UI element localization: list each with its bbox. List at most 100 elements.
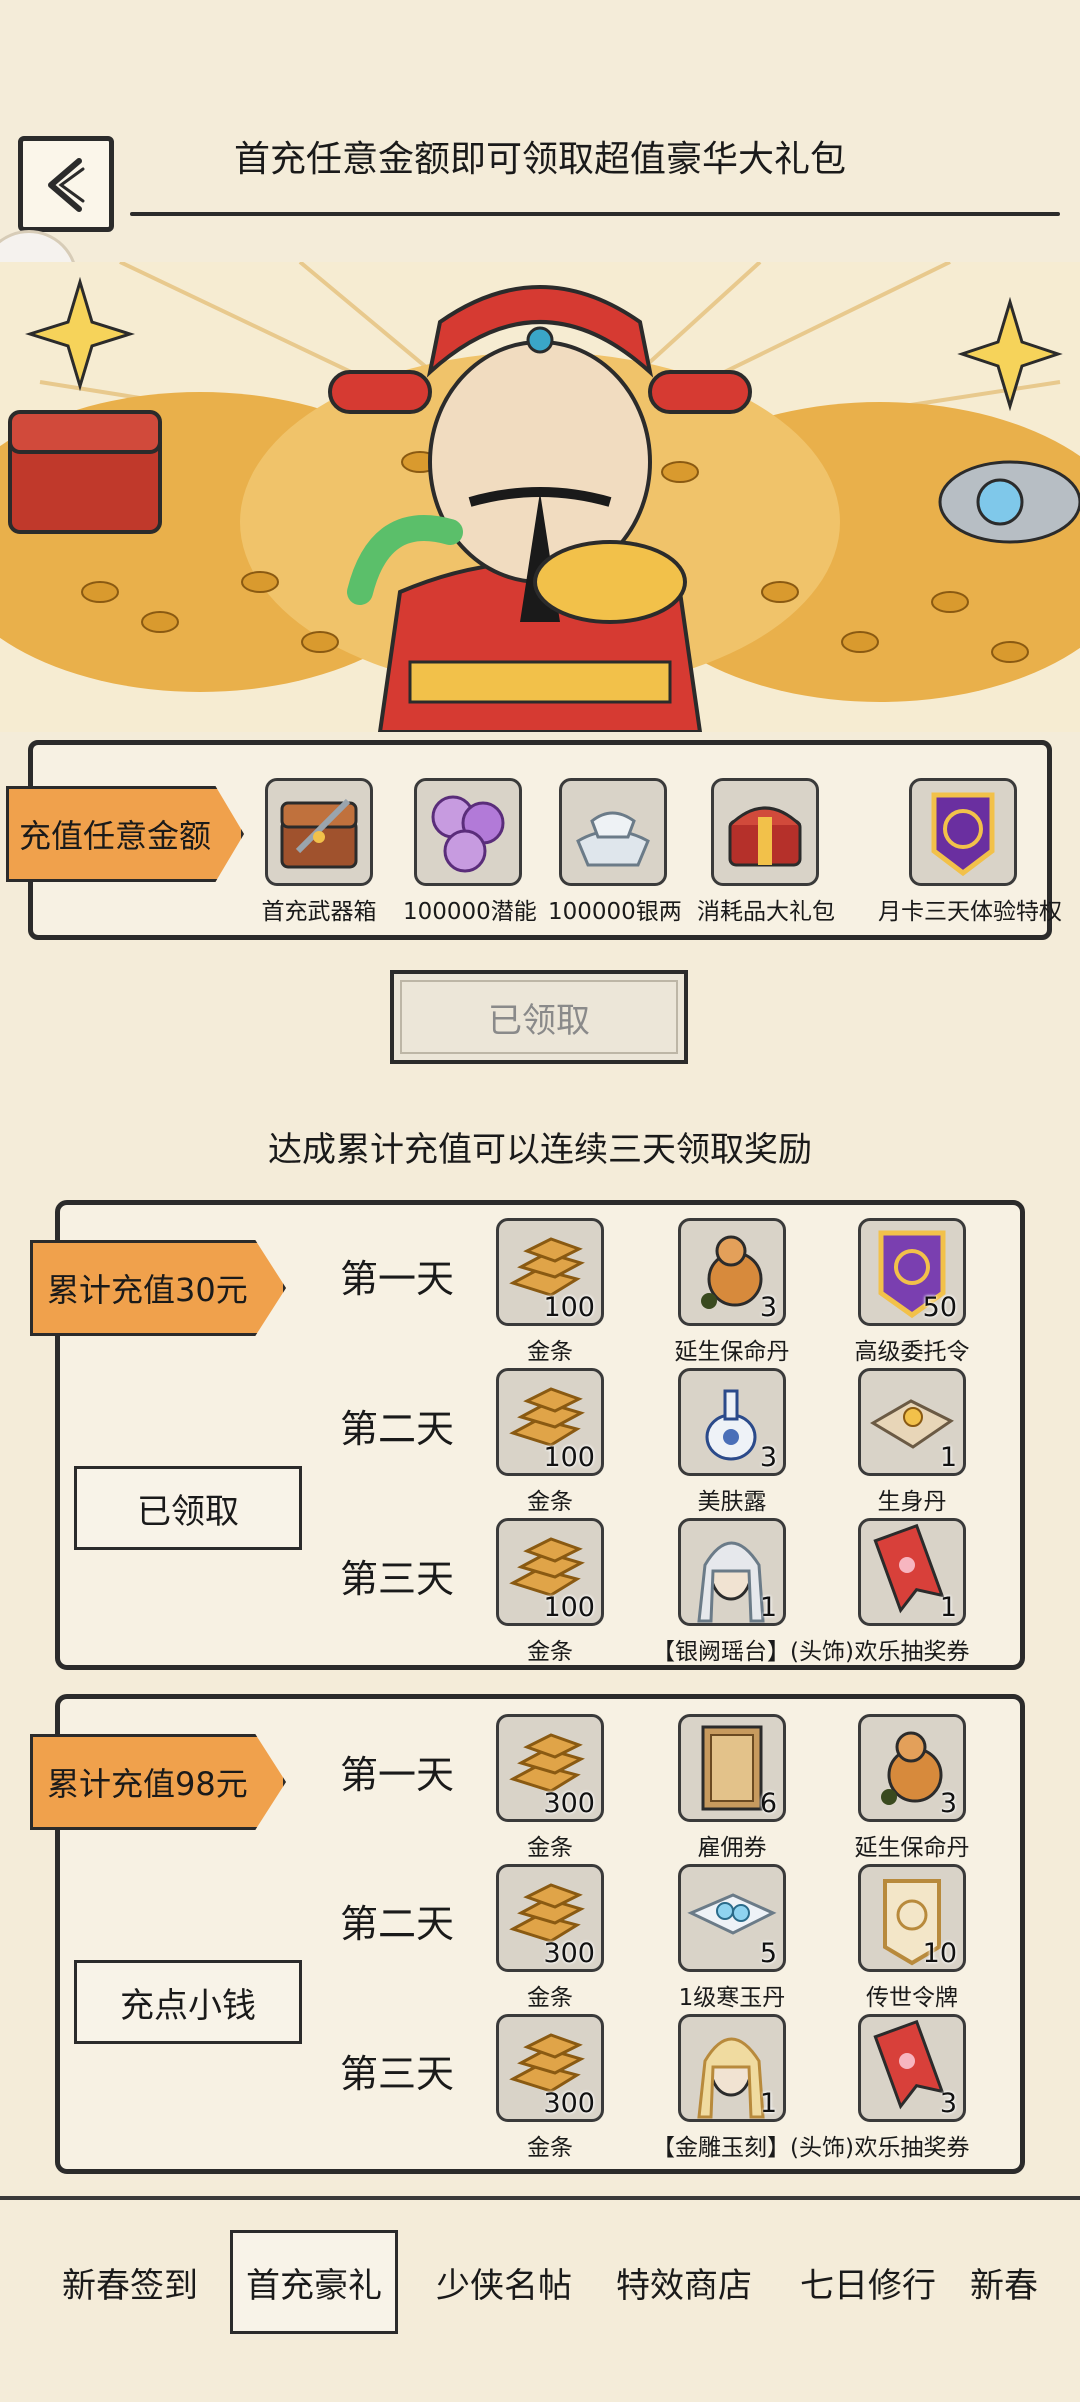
item-quantity: 5 bbox=[759, 1938, 777, 1969]
item-label: 月卡三天体验特权 bbox=[878, 899, 1062, 925]
item-label: 高级委托令 bbox=[854, 1339, 970, 1365]
reward-item[interactable]: 50 高级委托令 bbox=[852, 1218, 972, 1366]
tab-effects-shop[interactable]: 特效商店 bbox=[594, 2230, 774, 2334]
tab-label: 首充豪礼 bbox=[246, 2265, 382, 2306]
reward-item[interactable]: 6 雇佣券 bbox=[672, 1714, 792, 1862]
button-label: 充点小钱 bbox=[120, 1985, 256, 2026]
button-label: 已领取 bbox=[488, 1000, 590, 1041]
item-label: 1级寒玉丹 bbox=[678, 1985, 786, 2011]
reward-item[interactable]: 5 1级寒玉丹 bbox=[672, 1864, 792, 2012]
reward-item[interactable]: 3 欢乐抽奖券 bbox=[852, 2014, 972, 2162]
reward-item[interactable]: 1 【金雕玉刻】(头饰) bbox=[652, 2014, 854, 2162]
item-label: 金条 bbox=[527, 1985, 573, 2011]
tab-label: 七日修行 bbox=[800, 2265, 936, 2306]
item-label: 延生保命丹 bbox=[854, 1835, 970, 1861]
cumulative-subtitle: 达成累计充值可以连续三天领取奖励 bbox=[268, 1130, 812, 1170]
porcelain-bottle-icon: 3 bbox=[678, 1368, 786, 1476]
reward-item[interactable]: 100 金条 bbox=[490, 1218, 610, 1366]
item-label: 金条 bbox=[527, 2135, 573, 2161]
reward-item[interactable]: 3 美肤露 bbox=[672, 1368, 792, 1516]
tab-label: 特效商店 bbox=[616, 2265, 752, 2306]
item-quantity: 1 bbox=[939, 1592, 957, 1623]
gourd-pill-icon: 3 bbox=[678, 1218, 786, 1326]
item-label: 美肤露 bbox=[697, 1489, 767, 1515]
item-label: 欢乐抽奖券 bbox=[854, 1639, 970, 1665]
item-quantity: 50 bbox=[922, 1292, 957, 1323]
tab-hero-profile[interactable]: 少侠名帖 bbox=[414, 2230, 594, 2334]
hire-scroll-icon: 6 bbox=[678, 1714, 786, 1822]
item-label: 消耗品大礼包 bbox=[697, 899, 835, 925]
reward-item[interactable]: 100 金条 bbox=[490, 1368, 610, 1516]
ribbon-label: 累计充值98元 bbox=[47, 1765, 248, 1803]
reward-item[interactable]: 300 金条 bbox=[490, 2014, 610, 2162]
day-label: 第二天 bbox=[340, 1902, 455, 1946]
gold-bars-icon: 100 bbox=[496, 1518, 604, 1626]
item-label: 首充武器箱 bbox=[261, 899, 377, 925]
item-quantity: 3 bbox=[939, 2088, 957, 2119]
tab-seven-day-training[interactable]: 七日修行 bbox=[778, 2230, 958, 2334]
gold-bars-icon: 100 bbox=[496, 1218, 604, 1326]
tier-ribbon: 累计充值30元 bbox=[30, 1240, 286, 1336]
gourd-pill-icon: 3 bbox=[858, 1714, 966, 1822]
top-margin bbox=[0, 0, 1080, 108]
headwear-silver-icon: 1 bbox=[678, 1518, 786, 1626]
reward-item[interactable]: 首充武器箱 bbox=[254, 778, 384, 926]
title-divider bbox=[130, 212, 1060, 216]
reward-item[interactable]: 300 金条 bbox=[490, 1864, 610, 2012]
tab-label: 新春签到 bbox=[62, 2265, 198, 2306]
gold-bars-icon: 300 bbox=[496, 2014, 604, 2122]
item-quantity: 3 bbox=[939, 1788, 957, 1819]
item-quantity: 300 bbox=[543, 1938, 595, 1969]
item-label: 100000潜能 bbox=[403, 899, 537, 925]
heirloom-token-icon: 10 bbox=[858, 1864, 966, 1972]
reward-item[interactable]: 3 延生保命丹 bbox=[852, 1714, 972, 1862]
item-quantity: 100 bbox=[543, 1592, 595, 1623]
item-label: 延生保命丹 bbox=[674, 1339, 790, 1365]
item-quantity: 3 bbox=[759, 1442, 777, 1473]
hero-illustration bbox=[0, 262, 1080, 732]
reward-item[interactable]: 10 传世令牌 bbox=[852, 1864, 972, 2012]
reward-item[interactable]: 100 金条 bbox=[490, 1518, 610, 1666]
reward-item[interactable]: 3 延生保命丹 bbox=[672, 1218, 792, 1366]
item-quantity: 6 bbox=[759, 1788, 777, 1819]
reward-item[interactable]: 1 【银阙瑶台】(头饰) bbox=[652, 1518, 854, 1666]
tab-first-recharge[interactable]: 首充豪礼 bbox=[230, 2230, 398, 2334]
item-label: 金条 bbox=[527, 1639, 573, 1665]
month-card-icon bbox=[909, 778, 1017, 886]
tier-claimed-button[interactable]: 已领取 bbox=[74, 1466, 302, 1550]
reward-item[interactable]: 300 金条 bbox=[490, 1714, 610, 1862]
commission-token-icon: 50 bbox=[858, 1218, 966, 1326]
reward-item[interactable]: 100000潜能 bbox=[403, 778, 537, 926]
item-quantity: 1 bbox=[759, 1592, 777, 1623]
day-label: 第一天 bbox=[340, 1753, 455, 1797]
tab-new-year[interactable]: 新春 bbox=[970, 2230, 1070, 2334]
reward-item[interactable]: 月卡三天体验特权 bbox=[878, 778, 1062, 926]
item-label: 欢乐抽奖券 bbox=[854, 2135, 970, 2161]
gift-chest-icon bbox=[711, 778, 819, 886]
item-label: 金条 bbox=[527, 1339, 573, 1365]
reward-item[interactable]: 100000银两 bbox=[548, 778, 682, 926]
tab-new-year-checkin[interactable]: 新春签到 bbox=[40, 2230, 220, 2334]
item-label: 传世令牌 bbox=[866, 1985, 958, 2011]
item-label: 生身丹 bbox=[877, 1489, 947, 1515]
potential-orbs-icon bbox=[414, 778, 522, 886]
headwear-gold-icon: 1 bbox=[678, 2014, 786, 2122]
reward-item[interactable]: 消耗品大礼包 bbox=[697, 778, 835, 926]
tier-ribbon: 累计充值98元 bbox=[30, 1734, 286, 1830]
gold-bars-icon: 300 bbox=[496, 1864, 604, 1972]
ribbon-label: 累计充值30元 bbox=[47, 1271, 248, 1309]
gold-bars-icon: 300 bbox=[496, 1714, 604, 1822]
page-title: 首充任意金额即可领取超值豪华大礼包 bbox=[233, 139, 846, 180]
gold-bars-icon: 100 bbox=[496, 1368, 604, 1476]
reward-item[interactable]: 1 欢乐抽奖券 bbox=[852, 1518, 972, 1666]
item-label: 雇佣券 bbox=[697, 1835, 767, 1861]
item-quantity: 3 bbox=[759, 1292, 777, 1323]
jade-pill-icon: 5 bbox=[678, 1864, 786, 1972]
item-quantity: 100 bbox=[543, 1292, 595, 1323]
ribbon-label: 充值任意金额 bbox=[19, 817, 212, 855]
reward-item[interactable]: 1 生身丹 bbox=[852, 1368, 972, 1516]
first-recharge-claim-button[interactable]: 已领取 bbox=[390, 970, 688, 1064]
item-quantity: 10 bbox=[922, 1938, 957, 1969]
top-up-button[interactable]: 充点小钱 bbox=[74, 1960, 302, 2044]
lottery-ticket-icon: 3 bbox=[858, 2014, 966, 2122]
